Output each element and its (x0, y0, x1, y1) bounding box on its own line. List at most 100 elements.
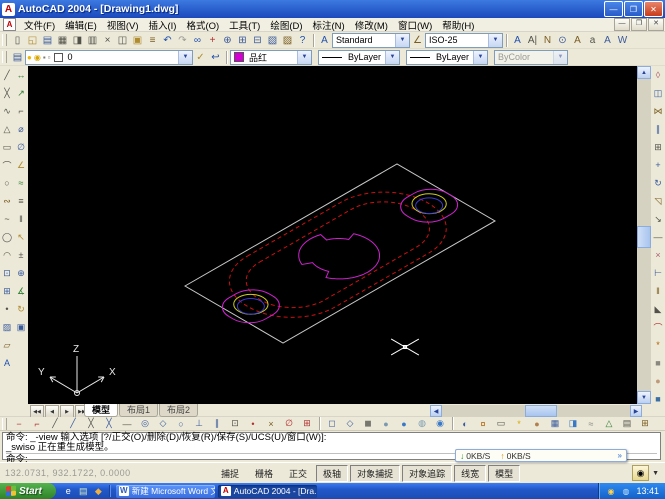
find-icon[interactable]: ⊙ (555, 33, 570, 48)
convert-text-icon[interactable]: W (615, 33, 630, 48)
paste-icon[interactable]: ▣ (130, 33, 145, 48)
rotate-icon[interactable]: ↻ (651, 174, 665, 192)
task-autocad[interactable]: A AutoCAD 2004 - [Dra... (218, 485, 317, 498)
tab-layout1[interactable]: 布局1 (119, 404, 158, 417)
lengthen-icon[interactable]: — (651, 228, 665, 246)
lwt-toggle[interactable]: 线宽 (454, 465, 486, 482)
snap-apparent-intersection-icon[interactable]: ╳ (100, 417, 118, 430)
snap-center-icon[interactable]: ◎ (136, 417, 154, 430)
break-icon[interactable]: ‖ (651, 282, 665, 300)
network-speed-widget[interactable]: ↓ 0KB/S ↑ 0KB/S » (455, 449, 627, 462)
child-restore-button[interactable]: ❐ (631, 18, 647, 31)
child-close-button[interactable]: ✕ (648, 18, 664, 31)
circle-icon[interactable]: ○ (0, 174, 14, 192)
snap-from-icon[interactable]: ⌐ (28, 417, 46, 430)
snap-intersection-icon[interactable]: ╳ (82, 417, 100, 430)
grid-toggle[interactable]: 栅格 (248, 465, 280, 482)
render-icon[interactable]: ● (651, 372, 665, 390)
dim-baseline-icon[interactable]: ≡ (14, 192, 28, 210)
minimize-button[interactable]: — (604, 1, 623, 17)
vertical-scroll-thumb[interactable] (637, 226, 651, 248)
new-icon[interactable]: ▯ (10, 33, 25, 48)
scale-icon[interactable]: ◹ (651, 192, 665, 210)
render-preferences-icon[interactable]: ⊞ (636, 417, 654, 430)
text-style-icon[interactable]: A (510, 33, 525, 48)
offset-icon[interactable]: ∥ (651, 120, 665, 138)
ellipse-icon[interactable]: ◯ (0, 228, 14, 246)
plot-preview-icon[interactable]: ◨ (70, 33, 85, 48)
hatch-icon[interactable]: ▨ (0, 318, 14, 336)
move-icon[interactable]: + (651, 156, 665, 174)
polar-toggle[interactable]: 极轴 (316, 465, 348, 482)
shade-hidden-icon[interactable]: ◼ (359, 417, 377, 430)
explode-icon[interactable]: * (651, 336, 665, 354)
chevron-down-icon[interactable]: ▼ (473, 51, 487, 64)
snap-track-icon[interactable]: − (10, 417, 28, 430)
plot-icon[interactable]: ▦ (55, 33, 70, 48)
insert-block-icon[interactable]: ⊡ (0, 264, 14, 282)
coordinate-readout[interactable]: 132.0731, 932.1722, 0.0000 (5, 468, 135, 478)
vertical-scrollbar[interactable]: ▲ ▼ (637, 66, 651, 404)
render-landscape-icon[interactable]: △ (600, 417, 618, 430)
chevron-down-icon[interactable]: ▼ (395, 34, 409, 47)
render-background-icon[interactable]: ◨ (564, 417, 582, 430)
tolerance-icon[interactable]: ± (14, 246, 28, 264)
lineweight-combo[interactable]: ByLayer ▼ (406, 50, 488, 65)
edit-text-icon[interactable]: N (540, 33, 555, 48)
shade-gouraud-icon[interactable]: ● (395, 417, 413, 430)
pan-icon[interactable]: + (205, 33, 220, 48)
render-materials-icon[interactable]: ● (528, 417, 546, 430)
array-icon[interactable]: ⊞ (651, 138, 665, 156)
dim-style-icon[interactable]: ▣ (14, 318, 28, 336)
dim-angular-icon[interactable]: ∠ (14, 156, 28, 174)
make-layer-current-icon[interactable]: ✓ (193, 50, 208, 65)
text-style-combo[interactable]: Standard ▼ (332, 33, 410, 48)
snap-tangent-icon[interactable]: ○ (172, 417, 190, 430)
polyline-icon[interactable]: ∿ (0, 102, 14, 120)
mtext-icon[interactable]: A (0, 354, 14, 372)
erase-icon[interactable]: ◊ (651, 66, 665, 84)
menu-item[interactable]: 修改(M) (350, 18, 393, 32)
menu-item[interactable]: 格式(O) (181, 18, 224, 32)
zoom-previous-icon[interactable]: ⊟ (250, 33, 265, 48)
copy-object-icon[interactable]: ◫ (651, 84, 665, 102)
single-line-text-icon[interactable]: A| (525, 33, 540, 48)
cut-icon[interactable]: × (100, 33, 115, 48)
stretch-icon[interactable]: ↘ (651, 210, 665, 228)
linetype-combo[interactable]: ByLayer ▼ (318, 50, 400, 65)
toolbar-grip[interactable] (2, 418, 7, 430)
menu-item[interactable]: 标注(N) (308, 18, 350, 32)
communication-center-icon[interactable]: ◉ (632, 465, 649, 481)
render-scenes-icon[interactable]: ▭ (492, 417, 510, 430)
snap-insert-icon[interactable]: ⊡ (226, 417, 244, 430)
tab-model[interactable]: 模型 (84, 404, 118, 417)
region-icon[interactable]: ▱ (0, 336, 14, 354)
center-mark-icon[interactable]: ⊕ (14, 264, 28, 282)
child-minimize-button[interactable]: — (614, 18, 630, 31)
osnap-settings-icon[interactable]: ⊞ (298, 417, 316, 430)
shade-flat-icon[interactable]: ● (377, 417, 395, 430)
dim-radius-icon[interactable]: ⌀ (14, 120, 28, 138)
ortho-toggle[interactable]: 正交 (282, 465, 314, 482)
dim-linear-icon[interactable]: ↔ (14, 66, 28, 84)
help-icon[interactable]: ? (295, 33, 310, 48)
save-icon[interactable]: ▤ (40, 33, 55, 48)
render-hide-icon[interactable]: ◐ (456, 417, 474, 430)
horizontal-scroll-thumb[interactable] (525, 405, 557, 417)
polygon-icon[interactable]: △ (0, 120, 14, 138)
menu-item[interactable]: 绘图(D) (265, 18, 307, 32)
designcenter-icon[interactable]: ▨ (280, 33, 295, 48)
menu-item[interactable]: 文件(F) (19, 18, 60, 32)
dim-update-icon[interactable]: ↻ (14, 300, 28, 318)
dim-aligned-icon[interactable]: ↗ (14, 84, 28, 102)
shade-flat-edges-icon[interactable]: ◍ (413, 417, 431, 430)
start-button[interactable]: Start (0, 483, 56, 499)
chevron-down-icon[interactable]: ▼ (385, 51, 399, 64)
scroll-right-icon[interactable]: ▶ (630, 405, 642, 417)
menu-item[interactable]: 编辑(E) (60, 18, 102, 32)
tray-network-icon[interactable]: ◍ (619, 485, 632, 498)
match-properties-icon[interactable]: ≡ (145, 33, 160, 48)
point-icon[interactable]: • (0, 300, 14, 318)
shade-2d-wireframe-icon[interactable]: ◻ (323, 417, 341, 430)
otrack-toggle[interactable]: 对象追踪 (402, 465, 452, 482)
